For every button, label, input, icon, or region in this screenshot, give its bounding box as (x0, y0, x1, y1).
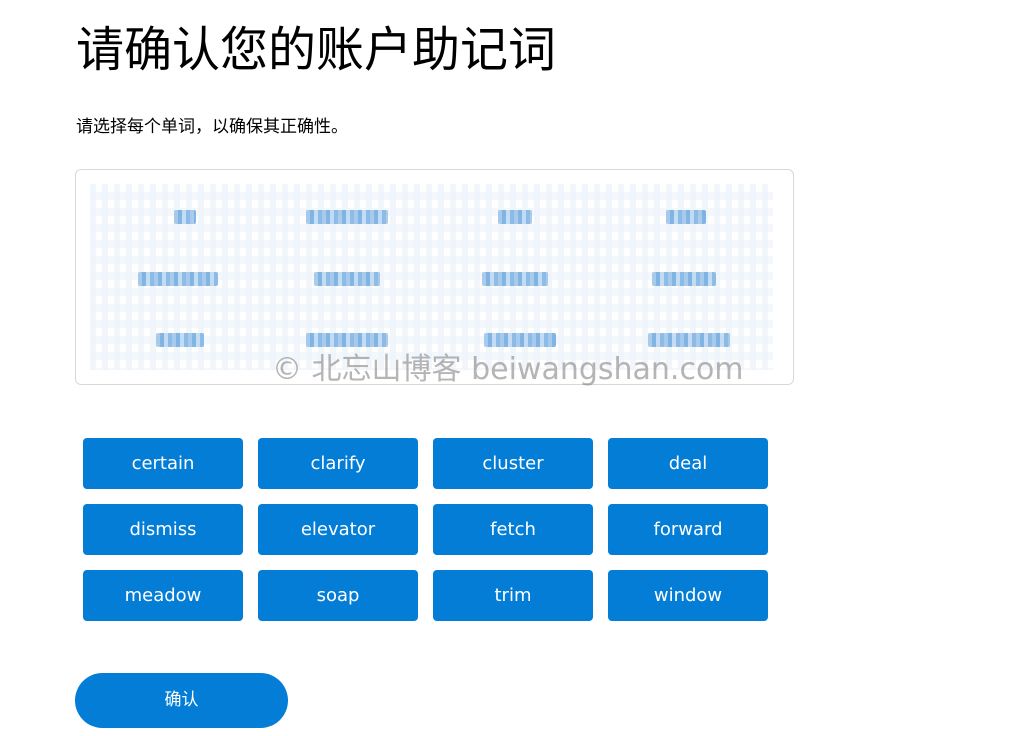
word-button-cluster[interactable]: cluster (433, 438, 593, 489)
blurred-word (484, 333, 556, 347)
blurred-word (138, 272, 218, 286)
watermark-text: © 北忘山博客 beiwangshan.com (272, 352, 744, 387)
word-button-forward[interactable]: forward (608, 504, 768, 555)
word-button-trim[interactable]: trim (433, 570, 593, 621)
word-button-meadow[interactable]: meadow (83, 570, 243, 621)
blurred-word (306, 210, 388, 224)
page-subtitle: 请选择每个单词，以确保其正确性。 (76, 117, 348, 137)
blurred-word (306, 333, 388, 347)
blurred-word (314, 272, 380, 286)
blurred-word (156, 333, 204, 347)
word-button-dismiss[interactable]: dismiss (83, 504, 243, 555)
blurred-word (482, 272, 548, 286)
blurred-word (652, 272, 716, 286)
confirm-button[interactable]: 确认 (75, 673, 288, 728)
word-button-deal[interactable]: deal (608, 438, 768, 489)
word-button-certain[interactable]: certain (83, 438, 243, 489)
word-button-soap[interactable]: soap (258, 570, 418, 621)
word-button-window[interactable]: window (608, 570, 768, 621)
page-title: 请确认您的账户助记词 (76, 22, 557, 78)
word-button-fetch[interactable]: fetch (433, 504, 593, 555)
blurred-word (174, 210, 196, 224)
blurred-word (498, 210, 532, 224)
blurred-word (666, 210, 706, 224)
blurred-word (648, 333, 730, 347)
word-button-clarify[interactable]: clarify (258, 438, 418, 489)
word-button-elevator[interactable]: elevator (258, 504, 418, 555)
